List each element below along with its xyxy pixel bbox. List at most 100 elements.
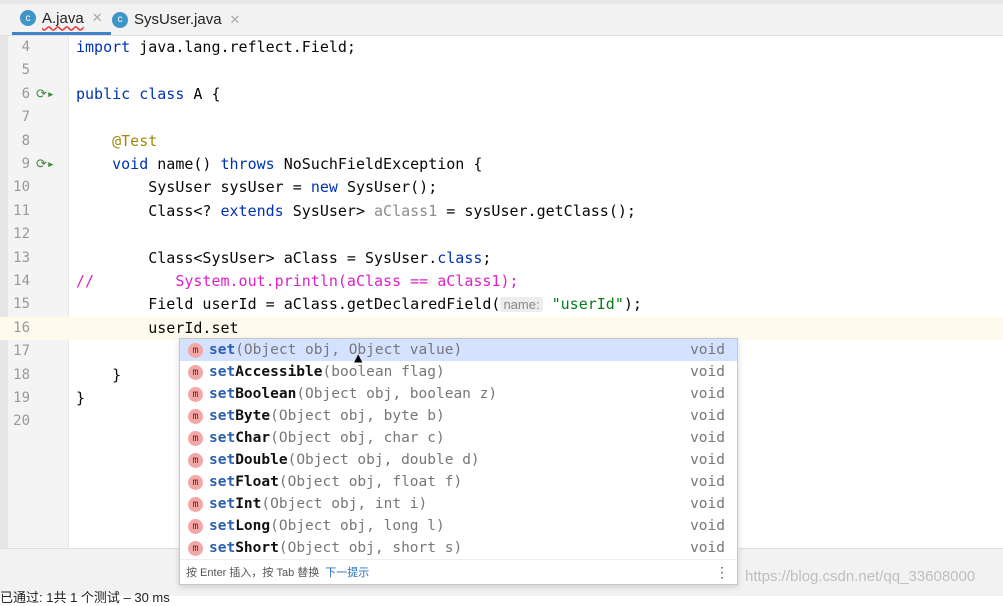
line-number: 11	[13, 202, 30, 219]
code-token: SysUser();	[346, 178, 438, 197]
item-return-type: void	[690, 518, 725, 534]
item-prefix: set	[209, 386, 236, 402]
code-line: 14 // System.out.println(aClass == aClass…	[0, 270, 1003, 293]
editor-tabs: c A.java ✕ c SysUser.java ✕	[0, 0, 1003, 36]
code-text: }	[76, 364, 121, 387]
method-icon: m	[188, 474, 203, 490]
next-tip-link[interactable]: 下一提示	[325, 564, 369, 580]
code-line: 15 Field userId = aClass.getDeclaredFiel…	[0, 293, 1003, 316]
item-name: Boolean	[235, 386, 297, 402]
completion-item[interactable]: m set Short (Object obj, short s) void	[180, 537, 737, 559]
line-number: 9	[21, 156, 30, 172]
code-token: aClass1	[374, 201, 438, 220]
line-number: 6	[21, 85, 30, 102]
run-test-icon[interactable]: ⟳▸	[36, 83, 55, 106]
item-args: (Object obj, boolean z)	[296, 386, 498, 402]
line-number: 13	[13, 249, 30, 266]
code-token: new	[310, 178, 347, 197]
line-number: 14	[13, 273, 30, 289]
footer-hint: 按 Enter 插入，按 Tab 替换	[186, 567, 320, 579]
close-icon[interactable]: ✕	[230, 12, 241, 28]
completion-item[interactable]: m set Int (Object obj, int i) void	[180, 493, 737, 515]
class-icon: c	[112, 11, 128, 28]
code-line: 11 Class<? extends SysUser> aClass1 = sy…	[0, 200, 1003, 223]
method-icon: m	[188, 386, 203, 402]
completion-item[interactable]: m set Char (Object obj, char c) void	[180, 427, 737, 449]
line-number: 10	[13, 179, 30, 196]
item-prefix: set	[209, 518, 236, 534]
method-icon: m	[188, 364, 203, 380]
item-prefix: set	[209, 408, 236, 424]
item-args: (Object obj, short s)	[278, 540, 463, 556]
completion-item[interactable]: m set (Object obj, Object value) void	[180, 339, 737, 361]
line-number: 20	[13, 413, 30, 430]
code-token: A {	[193, 84, 221, 103]
line-number: 7	[21, 109, 30, 126]
item-args: (Object obj, int i)	[261, 496, 428, 512]
code-text: // System.out.println(aClass == aClass1)…	[76, 270, 519, 293]
mouse-cursor-icon: ▲	[354, 350, 363, 366]
code-line: 7	[0, 106, 1003, 129]
completion-item[interactable]: m set Accessible (boolean flag) void	[180, 361, 737, 383]
close-icon[interactable]: ✕	[92, 10, 103, 26]
line-number: 8	[21, 132, 30, 149]
code-token: NoSuchFieldException {	[283, 155, 483, 173]
completion-item[interactable]: m set Boolean (Object obj, boolean z) void	[180, 383, 737, 405]
code-token: // System.out.println(aClass == aClass1)…	[76, 272, 519, 290]
completion-item[interactable]: m set Double (Object obj, double d) void	[180, 449, 737, 471]
code-line: 13 Class<SysUser> aClass = SysUser.class…	[0, 247, 1003, 270]
item-prefix: set	[209, 452, 236, 468]
class-icon: c	[20, 10, 36, 26]
code-token: void	[112, 155, 158, 173]
item-args: (Object obj, Object value)	[235, 342, 463, 358]
completion-footer: 按 Enter 插入，按 Tab 替换 下一提示 ⋮	[180, 559, 737, 584]
completion-item[interactable]: m set Long (Object obj, long l) void	[180, 515, 737, 537]
line-number: 15	[13, 296, 30, 313]
tab-a-java[interactable]: c A.java ✕	[12, 4, 111, 35]
code-token: import	[76, 38, 140, 56]
item-name: Float	[235, 474, 279, 490]
item-return-type: void	[690, 364, 725, 380]
item-name: Short	[235, 540, 279, 556]
code-token: SysUser sysUser =	[76, 178, 311, 197]
method-icon: m	[188, 430, 203, 446]
code-text: }	[76, 387, 85, 410]
code-token: }	[76, 389, 86, 407]
code-token: ;	[482, 248, 492, 267]
code-line: 10 SysUser sysUser = new SysUser();	[0, 176, 1003, 199]
tab-sysuser-java[interactable]: c SysUser.java ✕	[104, 4, 248, 35]
completion-item[interactable]: m set Byte (Object obj, byte b) void	[180, 405, 737, 427]
item-args: (Object obj, float f)	[278, 474, 463, 490]
item-name: Byte	[235, 408, 271, 424]
code-token: "userId"	[542, 295, 624, 314]
code-token: Field userId = aClass.getDeclaredField(	[76, 295, 501, 314]
item-return-type: void	[690, 496, 725, 512]
code-token: throws	[220, 155, 284, 173]
line-number: 12	[13, 226, 30, 243]
item-args: (Object obj, byte b)	[270, 408, 445, 424]
code-line: 9 ⟳▸ void name() throws NoSuchFieldExcept…	[0, 153, 1003, 176]
method-icon: m	[188, 452, 203, 468]
code-token: class	[437, 248, 483, 267]
item-return-type: void	[690, 540, 725, 556]
item-name: Int	[235, 496, 262, 512]
code-token: extends	[220, 201, 293, 220]
code-text: @Test	[76, 130, 157, 153]
tab-label: A.java	[42, 9, 84, 27]
item-name: Accessible	[235, 364, 323, 380]
more-options-icon[interactable]: ⋮	[715, 564, 729, 581]
completion-item[interactable]: m set Float (Object obj, float f) void	[180, 471, 737, 493]
run-test-icon[interactable]: ⟳▸	[36, 153, 55, 176]
code-token: = sysUser.getClass();	[437, 201, 636, 220]
item-args: (Object obj, long l)	[270, 518, 445, 534]
code-line: 16 userId.set	[0, 316, 1003, 340]
tab-label: SysUser.java	[134, 11, 222, 28]
line-number: 19	[13, 390, 30, 406]
item-return-type: void	[690, 342, 725, 358]
item-name: Long	[235, 518, 271, 534]
item-return-type: void	[690, 452, 725, 468]
code-token: name:	[500, 297, 543, 313]
code-token: SysUser>	[292, 201, 375, 220]
item-return-type: void	[690, 386, 725, 402]
code-line: 5	[0, 59, 1003, 82]
